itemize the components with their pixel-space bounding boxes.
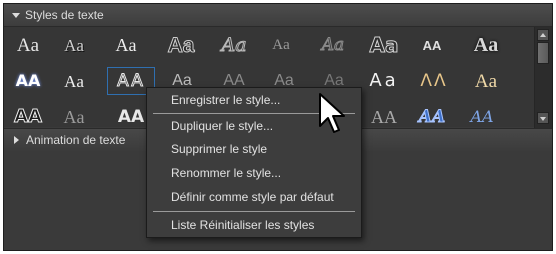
- text-styles-section-header[interactable]: Styles de texte: [4, 4, 552, 27]
- style-swatch[interactable]: AA: [408, 103, 456, 127]
- style-swatch[interactable]: AA: [4, 103, 52, 127]
- menu-item-set-default-style[interactable]: Définir comme style par défaut: [147, 187, 361, 207]
- text-animation-title: Animation de texte: [26, 133, 126, 147]
- style-swatch[interactable]: Aa: [462, 31, 510, 59]
- menu-item-delete-style[interactable]: Supprimer le style: [147, 139, 361, 159]
- style-swatch[interactable]: Aa: [102, 31, 150, 59]
- style-swatch[interactable]: Aa: [257, 31, 305, 59]
- scroll-down-button[interactable]: [537, 112, 549, 124]
- menu-separator: [153, 211, 355, 212]
- style-swatch[interactable]: Aa: [4, 31, 52, 59]
- style-swatch[interactable]: Aa: [462, 67, 510, 95]
- style-swatch[interactable]: AA: [360, 103, 408, 127]
- style-swatch[interactable]: AA: [4, 67, 52, 95]
- style-swatch[interactable]: AA: [458, 103, 506, 127]
- styles-scrollbar[interactable]: [534, 27, 552, 128]
- style-swatch[interactable]: Aa: [210, 31, 258, 59]
- menu-item-reset-styles[interactable]: Liste Réinitialiser les styles: [147, 215, 361, 235]
- mouse-pointer-icon: [319, 93, 345, 133]
- triangle-down-icon: [12, 13, 20, 18]
- scroll-up-button[interactable]: [537, 29, 549, 41]
- style-swatch[interactable]: Aa: [157, 31, 205, 59]
- style-swatch[interactable]: Aa: [50, 31, 98, 59]
- menu-item-rename-style[interactable]: Renommer le style...: [147, 163, 361, 183]
- triangle-right-icon: [14, 136, 19, 144]
- style-swatch[interactable]: Aa: [50, 103, 98, 127]
- arrow-up-icon: [540, 33, 546, 37]
- style-swatch[interactable]: AA: [408, 31, 456, 59]
- style-swatch[interactable]: Aa: [50, 67, 98, 95]
- style-swatch[interactable]: Aa: [360, 67, 408, 95]
- style-swatch[interactable]: Aa: [360, 31, 408, 59]
- arrow-down-icon: [540, 117, 546, 121]
- scroll-thumb[interactable]: [537, 42, 549, 64]
- text-styles-title: Styles de texte: [25, 8, 104, 22]
- style-swatch[interactable]: ΛΛ: [410, 67, 458, 95]
- style-swatch[interactable]: Aa: [309, 31, 357, 59]
